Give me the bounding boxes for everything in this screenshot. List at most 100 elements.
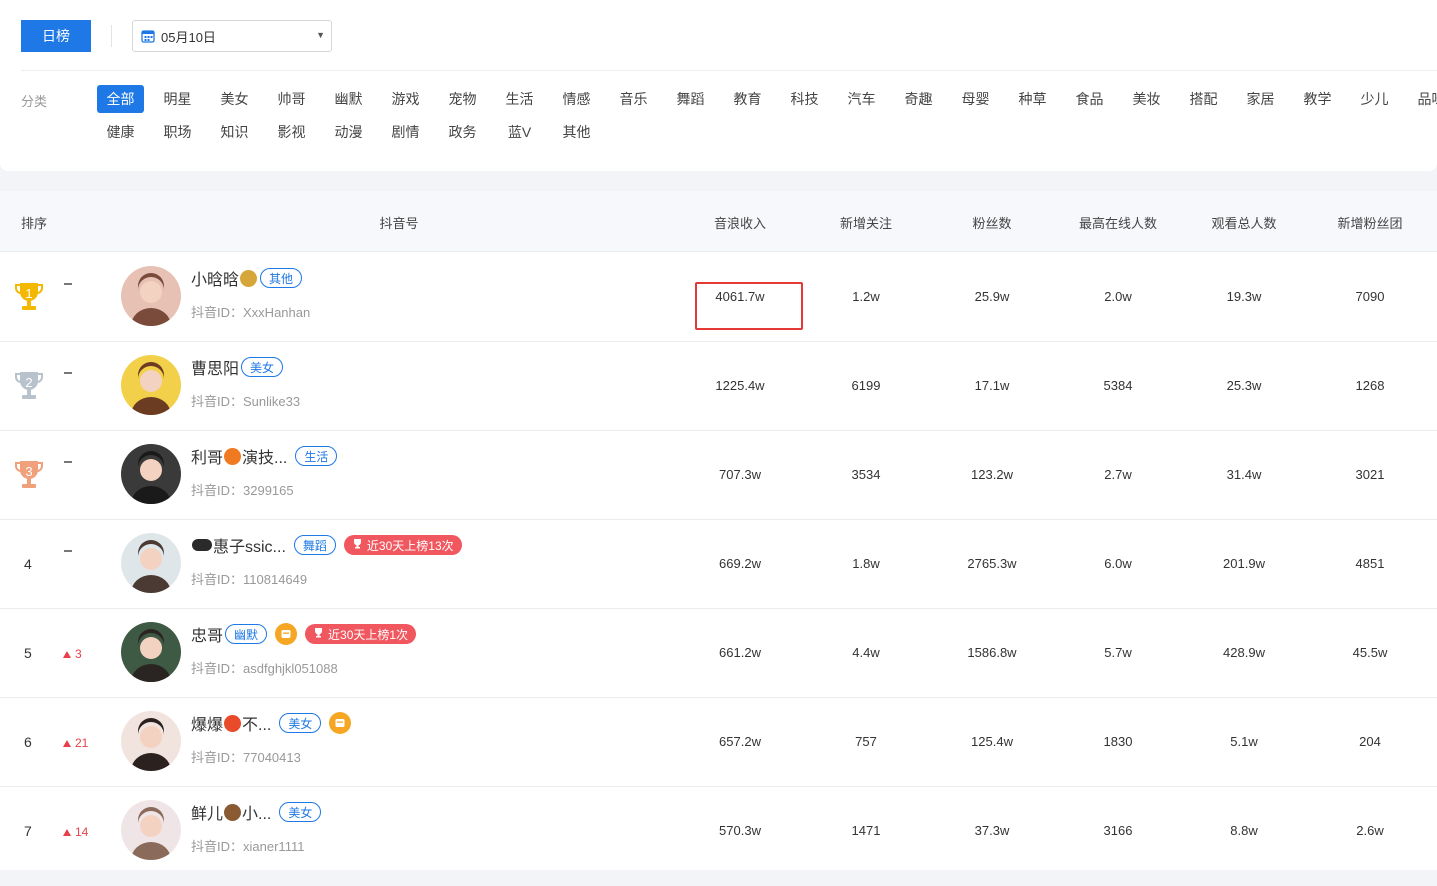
category-item[interactable]: 宠物 [439, 85, 486, 113]
category-item[interactable]: 美女 [211, 85, 258, 113]
account-name-line: 惠子ssic... 舞蹈 近30天上榜13次 [191, 534, 462, 556]
category-item[interactable]: 影视 [268, 118, 315, 146]
header-income[interactable]: 音浪收入 [714, 213, 766, 232]
category-item[interactable]: 情感 [553, 85, 600, 113]
cell-total-viewers: 201.9w [1223, 556, 1265, 571]
category-item[interactable]: 奇趣 [895, 85, 942, 113]
category-item[interactable]: 教学 [1294, 85, 1341, 113]
category-item[interactable]: 知识 [211, 118, 258, 146]
category-item[interactable]: 舞蹈 [667, 85, 714, 113]
cell-income: 661.2w [719, 645, 761, 660]
category-item[interactable]: 母婴 [952, 85, 999, 113]
header-account: 抖音号 [379, 216, 419, 231]
category-item[interactable]: 剧情 [382, 118, 429, 146]
category-item[interactable]: 搭配 [1180, 85, 1227, 113]
category-item[interactable]: 职场 [154, 118, 201, 146]
table-row[interactable]: 6 21 爆爆 不... 美女 抖音ID：77040413 657.2w 757 125.4w 1… [0, 698, 1437, 787]
cell-total-viewers: 5.1w [1230, 734, 1258, 749]
table-row[interactable]: 1 小晗晗 其他 抖音ID：XxxHanhan 4061.7w 1.2w 25.9w 2.0w… [0, 253, 1437, 342]
category-item[interactable]: 动漫 [325, 118, 372, 146]
cell-peak-online: 5.7w [1104, 645, 1132, 660]
douyin-id-prefix: 抖音ID： [191, 572, 244, 587]
cell-new-follow: 1.8w [852, 556, 880, 571]
avatar[interactable] [121, 266, 181, 326]
category-item[interactable]: 游戏 [382, 85, 429, 113]
category-tag[interactable]: 美女 [279, 802, 322, 822]
trophy-icon [352, 538, 363, 552]
category-tag[interactable]: 美女 [241, 357, 284, 377]
category-item[interactable]: 健康 [97, 118, 144, 146]
arrow-up-icon [63, 739, 71, 747]
category-item[interactable]: 教育 [724, 85, 771, 113]
cell-fans: 25.9w [974, 289, 1010, 304]
date-select[interactable]: 05月10日 ▼ [132, 20, 332, 52]
category-item[interactable]: 政务 [439, 118, 486, 146]
table-row[interactable]: 5 3 忠哥 幽默 近30天上榜1次 抖音ID：asdfghjkl051088 661.2w… [0, 609, 1437, 698]
category-item[interactable]: 幽默 [325, 85, 372, 113]
header-fans[interactable]: 粉丝数 [972, 213, 1011, 232]
rank-unchanged-icon [64, 550, 72, 552]
table-row[interactable]: 7 14 鲜儿 小... 美女 抖音ID：xianer1111 570.3w 1471 37.3… [0, 787, 1437, 876]
badge-text: 近30天上榜1次 [328, 627, 409, 642]
avatar[interactable] [121, 711, 181, 771]
table-row[interactable]: 2 曹思阳 美女 抖音ID：Sunlike33 1225.4w 6199 17.1w 5384… [0, 342, 1437, 431]
category-item[interactable]: 美妆 [1123, 85, 1170, 113]
account-name[interactable]: 惠子ssic... [213, 533, 286, 557]
category-tag[interactable]: 其他 [260, 268, 303, 288]
category-row-1: 全部 明星 美女 帅哥 幽默 游戏 宠物 生活 情感 音乐 舞蹈 教育 科技 汽车 奇趣 母婴 种草 食品 美妆 搭配… [97, 85, 1437, 113]
category-item[interactable]: 帅哥 [268, 85, 315, 113]
avatar[interactable] [121, 800, 181, 860]
category-tag[interactable]: 生活 [295, 446, 338, 466]
shop-icon[interactable] [329, 712, 352, 734]
category-item[interactable]: 少儿 [1351, 85, 1398, 113]
cell-new-follow: 3534 [851, 467, 881, 482]
cell-new-fan-club: 45.5w [1352, 645, 1388, 660]
category-item[interactable]: 音乐 [610, 85, 657, 113]
category-item[interactable]: 食品 [1066, 85, 1113, 113]
category-item[interactable]: 蓝V [496, 118, 543, 146]
cell-peak-online: 6.0w [1104, 556, 1132, 571]
category-item[interactable]: 科技 [781, 85, 828, 113]
category-item[interactable]: 家居 [1237, 85, 1284, 113]
cell-new-fan-club: 2.6w [1356, 823, 1384, 838]
header-new-fan-club[interactable]: 新增粉丝团 [1337, 213, 1402, 232]
date-value: 05月10日 [161, 29, 216, 45]
category-tag[interactable]: 舞蹈 [293, 535, 336, 555]
cell-new-follow: 6199 [851, 378, 881, 393]
category-tag[interactable]: 幽默 [225, 624, 268, 644]
shop-icon[interactable] [275, 623, 298, 645]
daily-ranking-button[interactable]: 日榜 [21, 20, 91, 52]
category-item[interactable]: 品味 [1408, 85, 1437, 113]
account-name[interactable]: 曹思阳 [191, 355, 239, 379]
cell-fans: 123.2w [971, 467, 1013, 482]
douyin-id-value: xianer1111 [243, 839, 305, 854]
account-name-suffix: 小... [242, 806, 272, 823]
category-tag[interactable]: 美女 [279, 713, 322, 733]
header-peak-online[interactable]: 最高在线人数 [1079, 213, 1157, 232]
category-item[interactable]: 生活 [496, 85, 543, 113]
cell-new-follow: 1471 [851, 823, 881, 838]
avatar[interactable] [121, 533, 181, 593]
emoji-icon [224, 447, 242, 465]
account-name[interactable]: 利哥 [191, 444, 223, 468]
emoji-icon [224, 714, 242, 732]
trophy-rank-number: 2 [25, 375, 33, 390]
header-new-follow[interactable]: 新增关注 [840, 213, 892, 232]
category-item[interactable]: 其他 [553, 118, 600, 146]
account-name[interactable]: 爆爆 [191, 711, 223, 735]
account-name[interactable]: 小晗晗 [191, 266, 239, 290]
avatar[interactable] [121, 444, 181, 504]
avatar[interactable] [121, 355, 181, 415]
douyin-id-prefix: 抖音ID： [191, 839, 244, 854]
category-item[interactable]: 种草 [1009, 85, 1056, 113]
account-name[interactable]: 忠哥 [191, 622, 223, 646]
cell-peak-online: 3166 [1103, 823, 1133, 838]
table-row[interactable]: 4 惠子ssic... 舞蹈 近30天上榜13次 抖音ID：110814649 669.2… [0, 520, 1437, 609]
header-total-viewers[interactable]: 观看总人数 [1211, 213, 1276, 232]
category-item[interactable]: 明星 [154, 85, 201, 113]
category-item[interactable]: 全部 [97, 85, 144, 113]
table-row[interactable]: 3 利哥 演技... 生活 抖音ID：3299165 707.3w 3534 123.2w 2.… [0, 431, 1437, 520]
account-name[interactable]: 鲜儿 [191, 800, 223, 824]
category-item[interactable]: 汽车 [838, 85, 885, 113]
avatar[interactable] [121, 622, 181, 682]
